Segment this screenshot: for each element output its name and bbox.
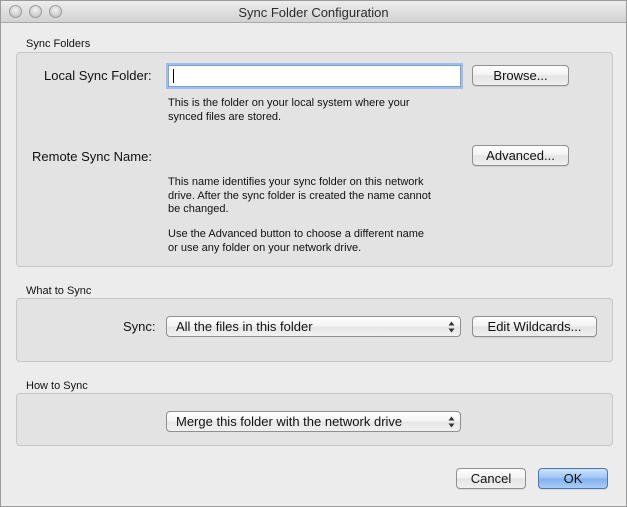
local-folder-help-text: This is the folder on your local system … [168, 97, 410, 123]
what-to-sync-group-title: What to Sync [26, 285, 92, 297]
chevron-up-down-icon [448, 415, 455, 429]
sync-folders-group-title: Sync Folders [26, 38, 91, 50]
window-title: Sync Folder Configuration [238, 5, 389, 20]
chevron-up-down-icon [448, 320, 455, 334]
sync-label: Sync: [123, 319, 156, 334]
remote-name-help-text: This name identifies your sync folder on… [168, 176, 431, 215]
sync-scope-select[interactable]: All the files in this folder [166, 316, 461, 337]
local-sync-folder-label: Local Sync Folder: [44, 68, 152, 83]
text-caret [173, 69, 174, 83]
browse-button[interactable]: Browse... [472, 65, 569, 86]
sync-method-select[interactable]: Merge this folder with the network drive [166, 411, 461, 432]
sync-scope-selected-value: All the files in this folder [176, 319, 313, 334]
advanced-button[interactable]: Advanced... [472, 145, 569, 166]
how-to-sync-group-title: How to Sync [26, 380, 88, 392]
sync-folder-configuration-window: Sync Folder Configuration Sync Folders L… [0, 0, 627, 507]
ok-button[interactable]: OK [538, 468, 608, 489]
cancel-button[interactable]: Cancel [456, 468, 526, 489]
local-sync-folder-input[interactable] [168, 65, 461, 87]
sync-method-selected-value: Merge this folder with the network drive [176, 414, 403, 429]
remote-sync-name-label: Remote Sync Name: [32, 149, 152, 164]
edit-wildcards-button[interactable]: Edit Wildcards... [472, 316, 597, 337]
title-bar[interactable]: Sync Folder Configuration [1, 1, 626, 23]
advanced-help-text: Use the Advanced button to choose a diff… [168, 228, 425, 254]
